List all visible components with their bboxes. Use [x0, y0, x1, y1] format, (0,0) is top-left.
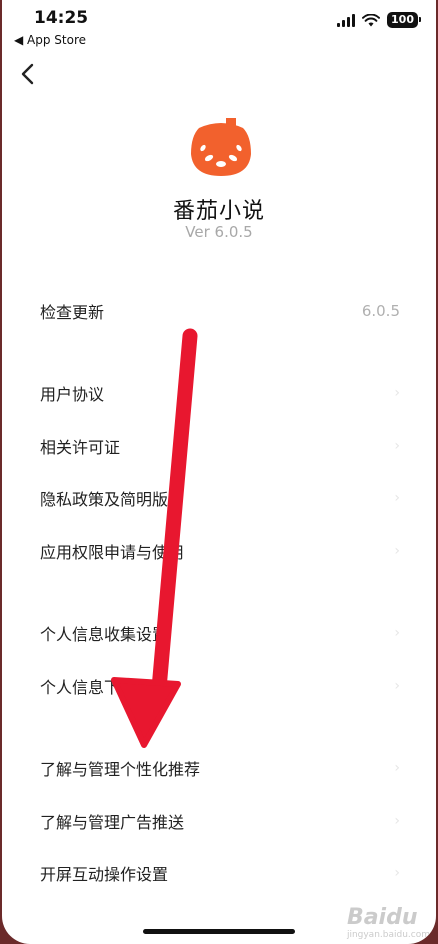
menu-label: 应用权限申请与使用	[40, 543, 185, 562]
menu-item-personalization[interactable]: 了解与管理个性化推荐 ›	[2, 742, 436, 794]
current-version-value: 6.0.5	[361, 302, 400, 320]
home-indicator[interactable]	[143, 929, 295, 934]
chevron-right-icon: ›	[394, 813, 400, 829]
baidu-watermark: Baidu jingyan.baidu.com	[346, 905, 430, 940]
wifi-icon	[362, 13, 381, 26]
menu-label: 隐私政策及简明版	[40, 490, 169, 509]
menu-item-info-collection[interactable]: 个人信息收集设置 ›	[2, 607, 436, 659]
fanqie-logo-icon	[191, 118, 251, 176]
menu-item-permissions[interactable]: 应用权限申请与使用 ›	[2, 525, 436, 577]
chevron-right-icon: ›	[394, 625, 400, 641]
menu-label: 用户协议	[40, 385, 105, 404]
battery-icon: 100	[387, 12, 421, 28]
back-to-app-store[interactable]: ◀ App Store	[14, 33, 86, 47]
menu-item-licenses[interactable]: 相关许可证 ›	[2, 420, 436, 472]
menu-item-ads[interactable]: 了解与管理广告推送 ›	[2, 795, 436, 847]
status-time: 14:25	[34, 8, 89, 28]
chevron-right-icon: ›	[394, 865, 400, 881]
menu-item-info-download[interactable]: 个人信息下载 ›	[2, 660, 436, 712]
menu-item-check-update[interactable]: 检查更新 6.0.5	[2, 285, 436, 337]
app-name: 番茄小说	[172, 199, 265, 224]
chevron-right-icon: ›	[394, 385, 400, 401]
cellular-signal-icon	[337, 13, 356, 27]
menu-label: 检查更新	[40, 303, 105, 322]
status-indicators: 100	[337, 12, 421, 28]
app-version: Ver 6.0.5	[185, 223, 253, 241]
chevron-right-icon: ›	[394, 490, 400, 506]
chevron-right-icon: ›	[394, 678, 400, 694]
chevron-right-icon: ›	[394, 760, 400, 776]
menu-item-user-agreement[interactable]: 用户协议 ›	[2, 367, 436, 419]
chevron-right-icon: ›	[394, 438, 400, 454]
menu-label: 开屏互动操作设置	[40, 865, 169, 884]
back-chevron-icon[interactable]	[16, 60, 42, 88]
menu-item-splash-interaction[interactable]: 开屏互动操作设置 ›	[2, 847, 436, 899]
menu-label: 个人信息下载	[40, 678, 137, 697]
menu-label: 相关许可证	[40, 438, 121, 457]
about-screen: 14:25 ◀ App Store 100 番茄小说 Ver 6.0.5 检查更…	[2, 0, 436, 944]
menu-label: 了解与管理广告推送	[40, 813, 185, 832]
chevron-right-icon: ›	[394, 543, 400, 559]
menu-item-privacy-policy[interactable]: 隐私政策及简明版 ›	[2, 472, 436, 524]
menu-label: 个人信息收集设置	[40, 625, 169, 644]
menu-label: 了解与管理个性化推荐	[40, 760, 201, 779]
